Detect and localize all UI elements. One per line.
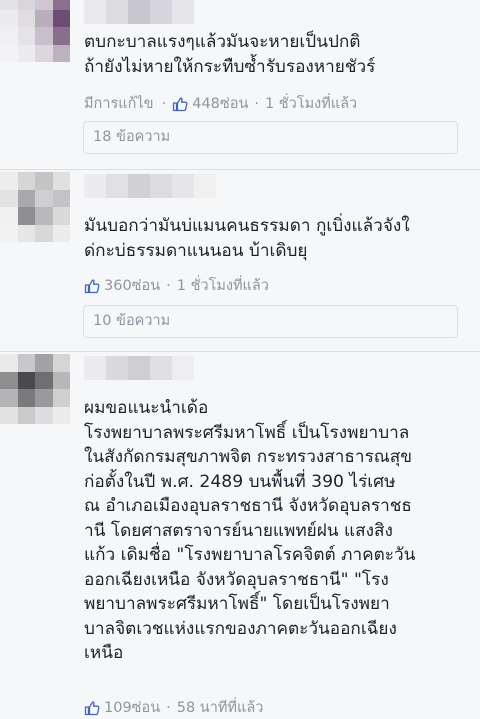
thumbs-up-icon[interactable] <box>84 278 100 294</box>
avatar-blurred[interactable] <box>0 172 70 242</box>
comment-text: มันบอกว่ามันบ่แมนคนธรรมดา กูเบิ่งแล้วจัง… <box>84 216 410 261</box>
comment-text: ตบกะบาลแรงๆแล้วมันจะหายเป็นปกติ ถ้ายังไม… <box>84 32 376 77</box>
replies-button[interactable]: 18 ข้อความ <box>83 121 458 154</box>
author-name-blurred[interactable] <box>84 0 194 24</box>
replies-button[interactable]: 10 ข้อความ <box>83 305 458 338</box>
like-count[interactable]: 360ซ่อน <box>104 274 160 297</box>
like-count[interactable]: 448ซ่อน <box>192 92 248 115</box>
author-name-blurred[interactable] <box>84 174 216 198</box>
comment-divider <box>0 169 480 170</box>
avatar-blurred[interactable] <box>0 0 70 62</box>
separator-dot: · <box>161 95 167 112</box>
separator-dot: · <box>254 95 259 112</box>
like-count[interactable]: 109ซ่อน <box>104 696 160 719</box>
timestamp[interactable]: 58 นาทีที่แล้ว <box>177 696 264 719</box>
author-name-blurred[interactable] <box>84 356 194 380</box>
comment-meta: 109ซ่อน · 58 นาทีที่แล้ว <box>84 696 263 719</box>
thumbs-up-icon[interactable] <box>172 96 188 112</box>
comment-meta: 360ซ่อน · 1 ชั่วโมงที่แล้ว <box>84 274 269 297</box>
edited-label[interactable]: มีการแก้ไข <box>84 92 154 115</box>
comment-meta: มีการแก้ไข · 448ซ่อน · 1 ชั่วโมงที่แล้ว <box>84 92 357 115</box>
thumbs-up-icon[interactable] <box>84 700 100 716</box>
comment-text: ผมขอแนะนำเด้อ โรงพยาบาลพระศรีมหาโพธิ์ เป… <box>84 398 416 663</box>
timestamp[interactable]: 1 ชั่วโมงที่แล้ว <box>177 274 269 297</box>
separator-dot: · <box>166 699 171 716</box>
separator-dot: · <box>166 277 171 294</box>
comment-divider <box>0 351 480 352</box>
avatar-blurred[interactable] <box>0 354 70 424</box>
timestamp[interactable]: 1 ชั่วโมงที่แล้ว <box>265 92 357 115</box>
